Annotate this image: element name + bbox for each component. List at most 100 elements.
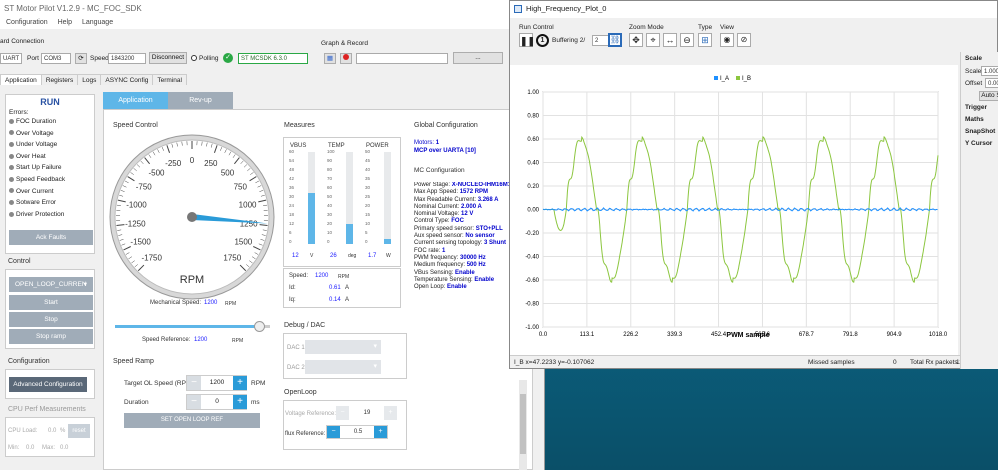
start-button[interactable]: Start [9, 295, 93, 310]
y-tick-label: 0.60 [527, 137, 539, 143]
zoom-y-icon[interactable]: ⊖ [680, 33, 694, 47]
ack-faults-button[interactable]: Ack Faults [9, 230, 93, 245]
refresh-icon[interactable]: ⟳ [75, 53, 87, 64]
waveform-chart[interactable]: 0.0 113.1 226.2 339.3 452.4 565.6 678.7 791.8 90… [510, 65, 958, 355]
scale-section-title[interactable]: Scale [965, 55, 982, 62]
tab-registers[interactable]: Registers [40, 74, 79, 85]
plus-icon[interactable]: + [384, 406, 397, 420]
minus-icon[interactable]: − [327, 426, 340, 438]
pause-icon[interactable]: ❚❚ [519, 33, 535, 47]
minus-icon[interactable]: − [187, 395, 201, 409]
meters-panel: VBUS 60 54 48 42 36 30 24 18 12 6 0 12 V TEMP 100 9… [283, 137, 401, 267]
errors-list: FOC Duration Over Voltage Under Voltage Ove… [6, 116, 94, 220]
single-shot-icon[interactable]: 1 [536, 34, 549, 47]
plus-icon[interactable]: + [374, 426, 387, 438]
snapshot-section[interactable]: SnapShot [965, 128, 995, 135]
status-led-icon [9, 199, 14, 205]
voltage-ref-stepper[interactable]: − 19 + [336, 406, 398, 420]
target-speed-value[interactable]: 1200 [201, 376, 233, 390]
id-value: 0.61 [329, 285, 341, 291]
browse-button[interactable]: ... [453, 52, 503, 64]
advanced-configuration-button[interactable]: Advanced Configuration [9, 377, 87, 392]
chevron-down-icon: ▾ [373, 363, 377, 370]
flux-ref-value[interactable]: 0.5 [341, 426, 375, 438]
plus-icon[interactable]: + [233, 376, 247, 390]
control-mode-select[interactable]: OPEN_LOOP_CURREN ▾ [9, 277, 93, 292]
measures-values-panel: Speed: 1200 RPM Id: 0.61 A Iq: 0.14 A [283, 268, 401, 308]
menu-help[interactable]: Help [58, 19, 72, 26]
cpu-reset-button[interactable]: reset [68, 424, 90, 438]
set-open-loop-ref-button[interactable]: SET OPEN LOOP REF [124, 413, 260, 428]
duration-value[interactable]: 0 [201, 395, 233, 409]
subtab-rev-up[interactable]: Rev-up [168, 92, 233, 109]
dac2-select[interactable]: ▾ [305, 360, 381, 374]
polling-radio[interactable] [191, 55, 197, 61]
plot-type-icon[interactable]: ⊞ [698, 33, 712, 47]
y-tick-label: 0.40 [527, 161, 539, 167]
record-path-field[interactable] [356, 53, 448, 64]
scrollbar-thumb[interactable] [520, 394, 526, 454]
duration-stepper[interactable]: − 0 + [186, 394, 247, 410]
stop-ramp-button[interactable]: Stop ramp [9, 329, 93, 344]
config-key: FOC rate: [414, 247, 441, 254]
meter-tick: 40 [327, 203, 333, 208]
config-key: Max Readable Current: [414, 196, 477, 203]
subtab-application[interactable]: Application [103, 92, 168, 109]
tab-logs[interactable]: Logs [77, 74, 102, 85]
target-speed-stepper[interactable]: − 1200 + [186, 375, 247, 391]
status-led-icon [9, 153, 14, 159]
offset-input[interactable]: 0.0000 [985, 78, 998, 88]
tab-terminal[interactable]: Terminal [152, 74, 187, 85]
offset-label: Offset [965, 80, 983, 87]
link-icon[interactable]: ⛓ [608, 33, 622, 47]
menu-configuration[interactable]: Configuration [6, 19, 48, 26]
gauge-tick-label: 1000 [239, 200, 257, 209]
left-column: RUN Errors: FOC Duration Over Voltage Unde… [0, 86, 100, 470]
baud-select[interactable]: 1843200 [108, 53, 146, 64]
menu-language[interactable]: Language [82, 19, 113, 26]
scrollbar-track[interactable] [519, 380, 527, 470]
plot-side-panel: Scale Scale 1.0000 Offset 0.0000 Auto S … [960, 52, 998, 369]
x-axis-label: PWM sample [726, 332, 769, 339]
error-item: Over Voltage [9, 128, 94, 140]
record-icon[interactable] [340, 53, 352, 64]
zoom-x-icon[interactable]: ↔ [663, 33, 677, 47]
minus-icon[interactable]: − [336, 406, 349, 420]
zoom-box-icon[interactable]: ⌖ [646, 33, 660, 47]
scale-input[interactable]: 1.0000 [981, 66, 998, 76]
port-select[interactable]: COM3 [41, 53, 71, 64]
tab-async-config[interactable]: ASYNC Config [100, 74, 154, 85]
config-row: VBus Sensing: Enable [414, 270, 510, 277]
config-row: Max App Speed: 1572 RPM [414, 189, 510, 196]
gauge-tick-label: 750 [234, 183, 248, 192]
y-cursor-section[interactable]: Y Cursor [965, 140, 992, 147]
plus-icon[interactable]: + [233, 395, 247, 409]
meas-speed-unit: RPM [338, 274, 350, 280]
meter-scale: 50 45 40 35 30 25 20 15 10 5 0 [364, 149, 398, 250]
plot-title: High_Frequency_Plot_0 [526, 4, 607, 13]
camera-icon[interactable]: ◉ [720, 33, 734, 47]
zoom-xy-icon[interactable]: ✥ [629, 33, 643, 47]
disconnect-button[interactable]: Disconnect [149, 52, 187, 64]
mcp-info: MCP over UARTA [10] [414, 148, 476, 154]
gauge-tick-label: 1500 [234, 238, 252, 247]
meter-tick: 20 [327, 221, 333, 226]
flux-ref-stepper[interactable]: − 0.5 + [326, 425, 388, 439]
meter-fill [346, 224, 353, 244]
x-tick-label: 1018.0 [929, 332, 948, 338]
trigger-section[interactable]: Trigger [965, 104, 987, 111]
gauge-tick-label: 0 [190, 156, 195, 165]
speed-reference-slider[interactable] [115, 321, 270, 332]
chart-icon[interactable]: ▦ [324, 53, 336, 64]
dac1-select[interactable]: ▾ [305, 340, 381, 354]
maths-section[interactable]: Maths [965, 116, 984, 123]
speed-label: Speed [90, 55, 109, 62]
voltage-ref-value[interactable]: 19 [350, 406, 384, 420]
minus-icon[interactable]: − [187, 376, 201, 390]
uart-select[interactable]: UART [0, 53, 22, 64]
auto-scale-button[interactable]: Auto S [979, 91, 998, 101]
y-tick-label: -0.20 [525, 231, 539, 237]
view-camera-off-icon[interactable]: ⊘ [737, 33, 751, 47]
stop-button[interactable]: Stop [9, 312, 93, 327]
tab-application[interactable]: Application [0, 74, 42, 85]
